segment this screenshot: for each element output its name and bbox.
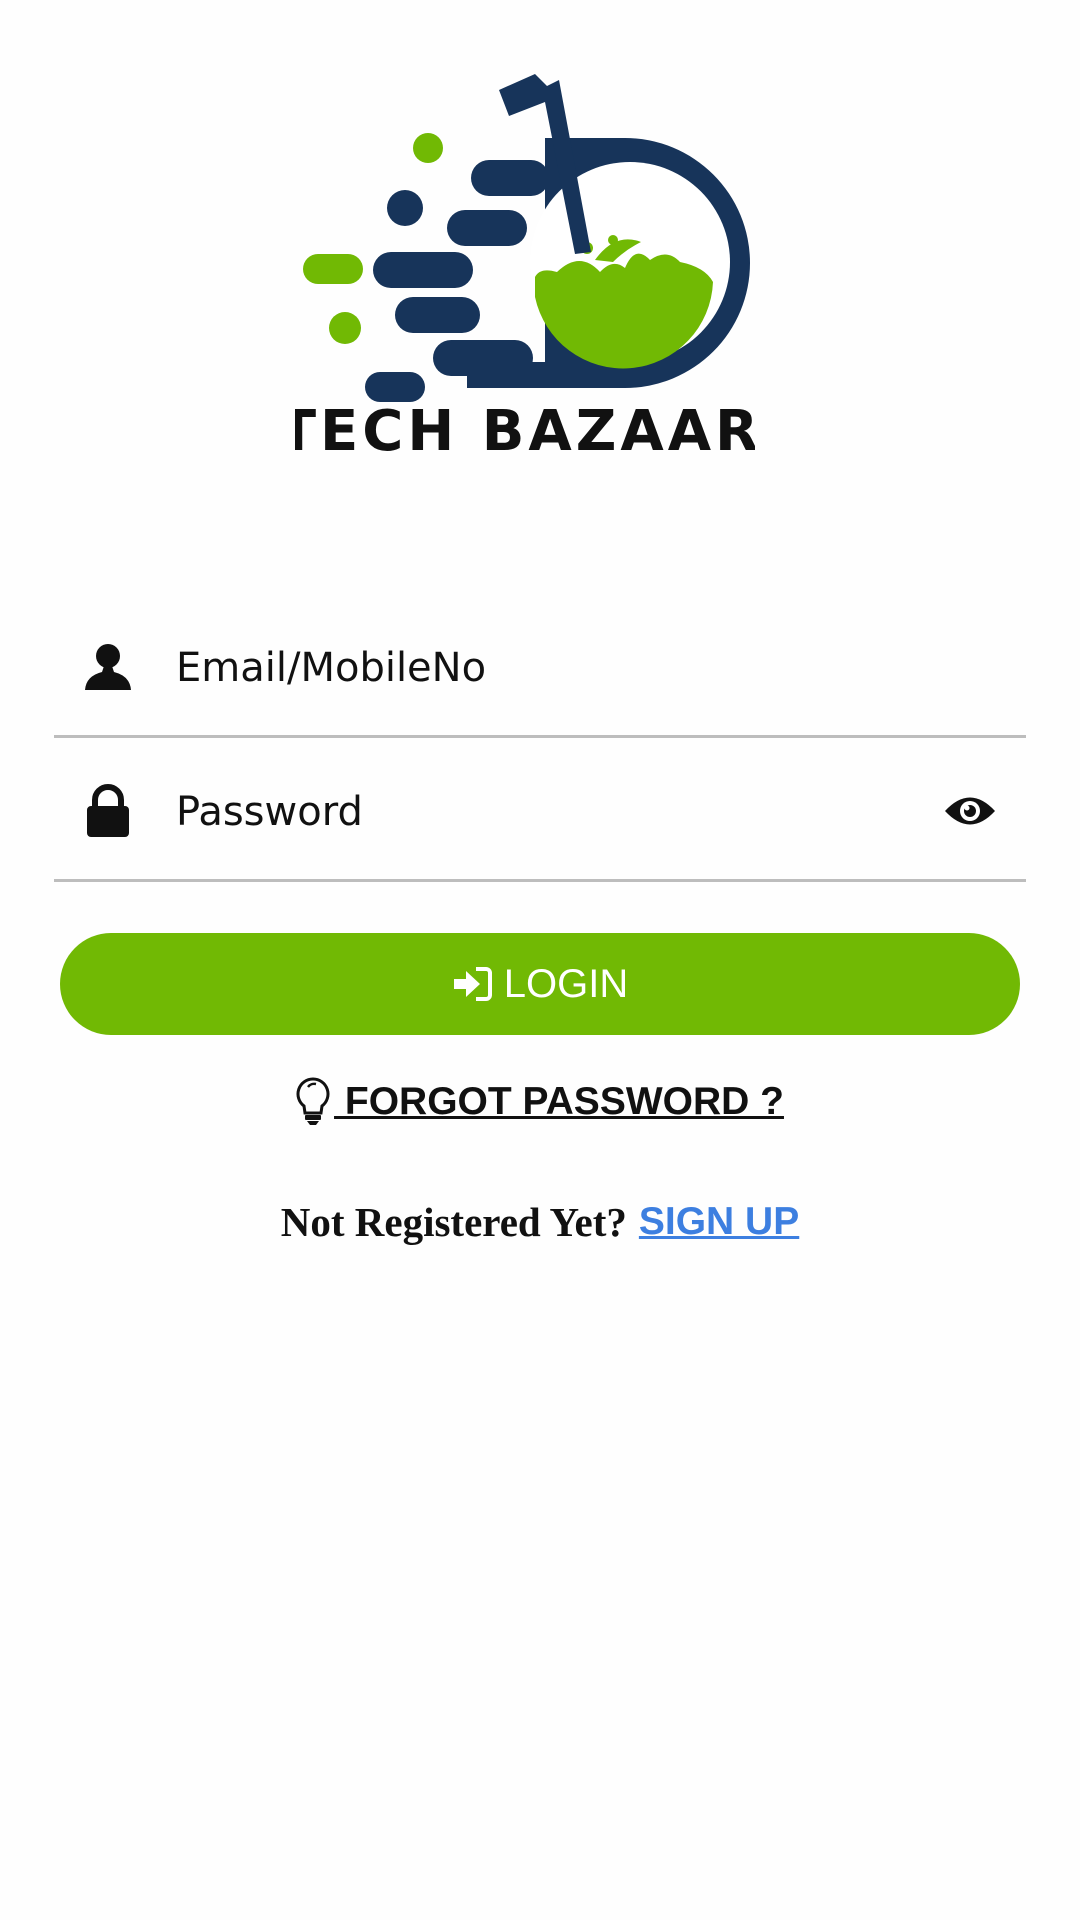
forgot-password-label: FORGOT PASSWORD ? — [334, 1080, 784, 1123]
password-input[interactable] — [176, 772, 936, 852]
email-field[interactable] — [54, 598, 1026, 738]
login-button-label: LOGIN — [503, 961, 629, 1006]
lock-icon — [82, 783, 134, 839]
sign-in-icon — [452, 967, 492, 1001]
signup-question: Not Registered Yet? — [280, 1199, 627, 1245]
forgot-password-link[interactable]: FORGOT PASSWORD ? — [0, 1072, 1080, 1132]
signup-prompt: Not Registered Yet? SIGN UP — [0, 1192, 1080, 1252]
email-input[interactable] — [176, 628, 936, 708]
password-field[interactable] — [54, 742, 1026, 882]
login-button[interactable]: LOGIN — [60, 933, 1020, 1035]
tech-bazaar-logo-mark: TECH BAZAAR — [295, 74, 755, 462]
signup-link[interactable]: SIGN UP — [639, 1200, 799, 1244]
eye-icon[interactable] — [942, 791, 998, 831]
brand-wordmark: TECH BAZAAR — [295, 399, 755, 462]
user-icon — [82, 639, 134, 695]
brand-logo: TECH BAZAAR — [295, 72, 755, 462]
lightbulb-icon — [296, 1076, 334, 1128]
